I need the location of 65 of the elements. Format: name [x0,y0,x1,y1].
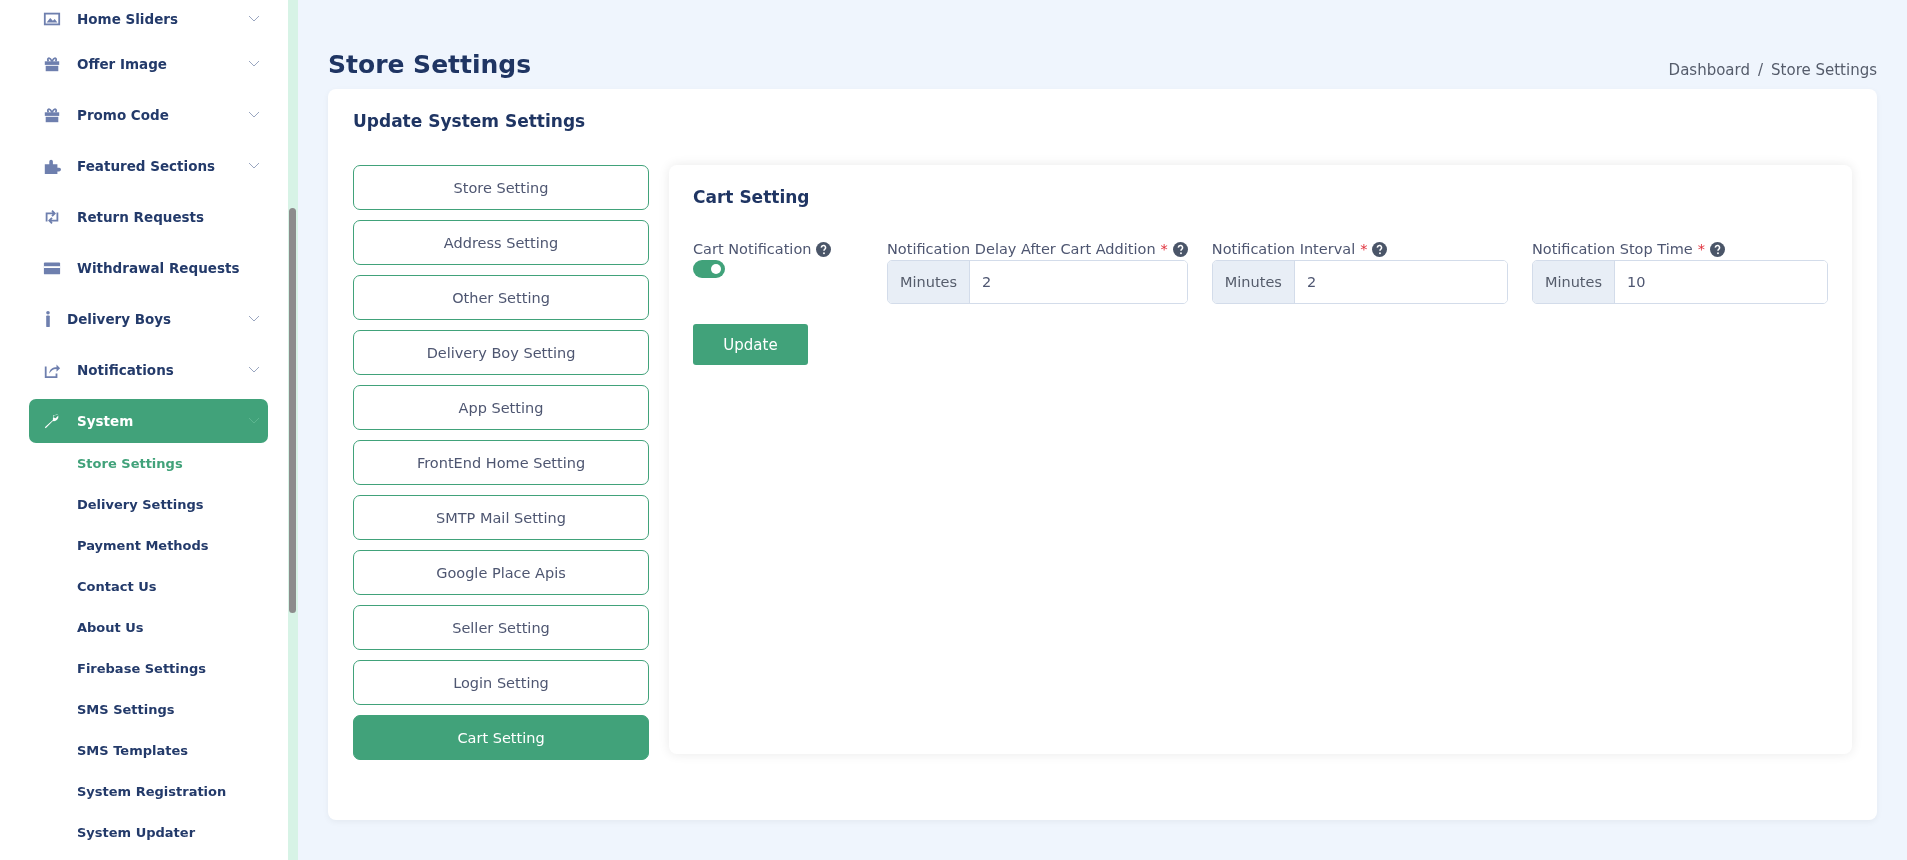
field-label: Notification Stop Time [1531,241,1693,257]
sidebar-item[interactable]: Notifications [29,344,268,395]
breadcrumb-separator: / [1758,61,1764,79]
settings-tab[interactable]: Address Setting [353,220,649,265]
required-asterisk: * [1160,241,1168,257]
settings-tab[interactable]: Login Setting [353,660,649,705]
toggle-switch[interactable] [693,260,725,278]
required-asterisk: * [1360,241,1368,257]
wrench-icon [43,412,61,430]
submenu-item[interactable]: Contact Us [0,566,288,607]
minutes-input-group[interactable]: Minutes 2 [887,260,1188,304]
field-label: Notification Interval [1211,241,1356,257]
sidebar-item[interactable]: Delivery Boys [29,293,268,344]
panel-title: Cart Setting [693,187,811,207]
sidebar-item[interactable]: Home Sliders [29,0,268,38]
sidebar-item[interactable]: Promo Code [29,89,268,140]
settings-tab[interactable]: Delivery Boy Setting [353,330,649,375]
help-icon[interactable] [1172,241,1188,257]
sidebar-item[interactable]: Offer Image [29,38,268,89]
submenu-item[interactable]: System Updater [0,812,288,853]
settings-tab[interactable]: Seller Setting [353,605,649,650]
image-icon [43,10,61,28]
submenu-item[interactable]: About Us [0,607,288,648]
input-prefix: Minutes [1532,261,1615,303]
sidebar-item[interactable]: Return Requests [29,191,268,242]
chevron-down-icon [248,417,260,425]
minutes-input-group[interactable]: Minutes 2 [1211,260,1508,304]
settings-tab[interactable]: FrontEnd Home Setting [353,440,649,485]
chevron-down-icon [248,15,260,23]
submenu-item[interactable]: Delivery Settings [0,484,288,525]
chevron-down-icon [248,59,260,68]
person-icon [45,309,51,328]
settings-tab[interactable]: SMTP Mail Setting [353,495,649,540]
settings-tab[interactable]: Store Setting [353,165,649,210]
input-prefix: Minutes [1212,261,1295,303]
card-title: Update System Settings [353,111,587,131]
settings-tab[interactable]: Other Setting [353,275,649,320]
field-label: Notification Delay After Cart Addition [887,241,1156,257]
help-icon[interactable] [816,241,832,257]
submenu-item[interactable]: SMS Settings [0,689,288,730]
retweet-icon [43,207,61,226]
settings-tab[interactable]: App Setting [353,385,649,430]
help-icon[interactable] [1372,241,1388,257]
chevron-down-icon [248,314,260,323]
gift-icon [43,54,61,73]
settings-tab[interactable]: Google Place Apis [353,550,649,595]
submenu-item[interactable]: Firebase Settings [0,648,288,689]
submenu-item[interactable]: Payment Methods [0,525,288,566]
help-icon[interactable] [1710,241,1726,257]
sidebar-item[interactable]: Featured Sections [29,140,268,191]
required-asterisk: * [1697,241,1706,257]
breadcrumb-current: Store Settings [1771,61,1877,79]
chevron-down-icon [248,365,260,374]
sidebar-item[interactable]: Withdrawal Requests [29,242,268,293]
minutes-input-group[interactable]: Minutes 10 [1531,260,1828,304]
chevron-down-icon [248,161,260,170]
breadcrumb-link[interactable]: Dashboard [1668,61,1750,79]
submenu-item[interactable]: System Registration [0,771,288,812]
input-prefix: Minutes [888,261,971,303]
page-title: Store Settings [328,50,532,79]
submenu-item[interactable]: SMS Templates [0,730,288,771]
chevron-down-icon [248,110,260,119]
gift-icon [43,105,61,124]
field-label: Cart Notification [693,241,812,257]
scrollbar-thumb[interactable] [289,208,296,613]
